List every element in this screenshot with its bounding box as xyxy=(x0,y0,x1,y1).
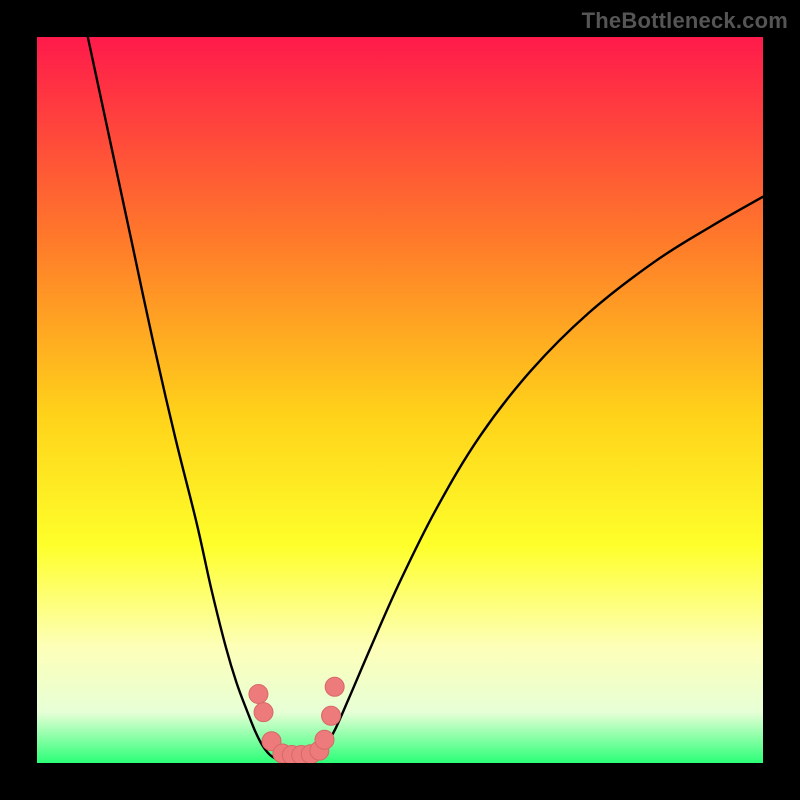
outer-frame: TheBottleneck.com xyxy=(0,0,800,800)
watermark-text: TheBottleneck.com xyxy=(582,8,788,34)
valley-marker xyxy=(249,685,268,704)
valley-marker xyxy=(325,677,344,696)
gradient-background xyxy=(37,37,763,763)
valley-marker xyxy=(315,730,334,749)
chart-plot-area xyxy=(37,37,763,763)
valley-marker xyxy=(322,706,341,725)
chart-svg xyxy=(37,37,763,763)
valley-marker xyxy=(254,703,273,722)
